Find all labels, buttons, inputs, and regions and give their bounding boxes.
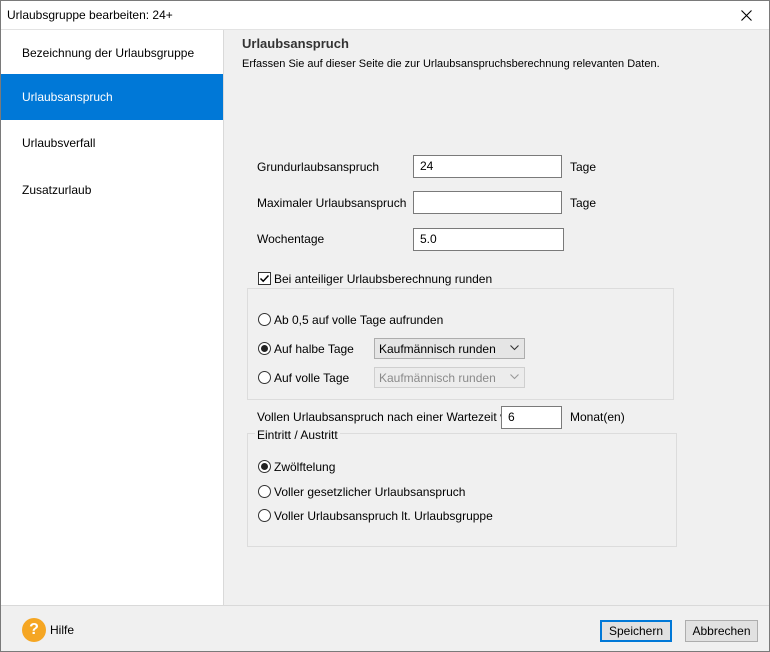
question-icon[interactable]: ? [22,618,46,642]
save-button[interactable]: Speichern [600,620,672,642]
dialog-footer: ? Hilfe Speichern Abbrechen [1,605,769,651]
wartezeit-unit: Monat(en) [570,410,625,424]
radio-gesetzlicher-anspruch[interactable] [258,485,271,498]
wochentage-input[interactable]: 5.0 [413,228,564,251]
sidebar-item-label: Zusatzurlaub [22,183,92,197]
radio-urlaubsgruppe-anspruch-label: Voller Urlaubsanspruch lt. Urlaubsgruppe [274,509,493,523]
radio-zwoelftelung[interactable] [258,460,271,473]
grundurlaub-unit: Tage [570,160,597,174]
rounding-checkbox[interactable] [258,272,271,285]
wochentage-label: Wochentage [257,232,325,246]
radio-aufrunden[interactable] [258,313,271,326]
radio-halbe-tage[interactable] [258,342,271,355]
maximal-input[interactable] [413,191,562,214]
dialog-window: Urlaubsgruppe bearbeiten: 24+ Bezeichnun… [0,0,770,652]
sidebar-item-label: Bezeichnung der Urlaubsgruppe [22,46,195,60]
sidebar-nav: Bezeichnung der Urlaubsgruppe Urlaubsans… [1,30,224,605]
close-button[interactable] [723,1,769,29]
close-icon [740,9,752,21]
radio-halbe-tage-label: Auf halbe Tage [274,342,354,356]
radio-zwoelftelung-label: Zwölftelung [274,460,336,474]
radio-gesetzlicher-anspruch-label: Voller gesetzlicher Urlaubsanspruch [274,485,466,499]
page-title: Urlaubsanspruch [242,36,349,51]
radio-volle-tage-label: Auf volle Tage [274,371,350,385]
eintritt-austritt-group-label: Eintritt / Austritt [255,428,340,442]
radio-aufrunden-label: Ab 0,5 auf volle Tage aufrunden [274,313,444,327]
sidebar-item-label: Urlaubsanspruch [22,90,113,104]
halbe-tage-rounding-select[interactable]: Kaufmännisch runden [374,338,525,359]
select-value: Kaufmännisch runden [379,370,496,385]
select-value: Kaufmännisch runden [379,341,496,356]
grundurlaub-input[interactable]: 24 [413,155,562,178]
sidebar-item-zusatzurlaub[interactable]: Zusatzurlaub [1,167,223,213]
sidebar-item-urlaubsanspruch[interactable]: Urlaubsanspruch [1,74,223,120]
page-description: Erfassen Sie auf dieser Seite die zur Ur… [242,58,660,70]
chevron-down-icon [510,374,519,380]
cancel-button[interactable]: Abbrechen [685,620,758,642]
volle-tage-rounding-select: Kaufmännisch runden [374,367,525,388]
maximal-unit: Tage [570,196,597,210]
wartezeit-label: Vollen Urlaubsanspruch nach einer Wartez… [257,410,520,424]
checkmark-icon [259,274,270,283]
chevron-down-icon [510,345,519,351]
rounding-checkbox-label: Bei anteiliger Urlaubsberechnung runden [274,272,493,286]
wartezeit-input[interactable]: 6 [501,406,562,429]
radio-urlaubsgruppe-anspruch[interactable] [258,509,271,522]
sidebar-item-urlaubsverfall[interactable]: Urlaubsverfall [1,120,223,166]
sidebar-item-bezeichnung[interactable]: Bezeichnung der Urlaubsgruppe [1,30,223,76]
radio-volle-tage[interactable] [258,371,271,384]
help-link[interactable]: Hilfe [50,623,74,637]
title-bar: Urlaubsgruppe bearbeiten: 24+ [1,1,769,30]
sidebar-item-label: Urlaubsverfall [22,136,96,150]
maximal-label: Maximaler Urlaubsanspruch [257,196,407,210]
content-panel: Urlaubsanspruch Erfassen Sie auf dieser … [225,30,769,605]
window-title: Urlaubsgruppe bearbeiten: 24+ [7,8,173,22]
grundurlaub-label: Grundurlaubsanspruch [257,160,380,174]
